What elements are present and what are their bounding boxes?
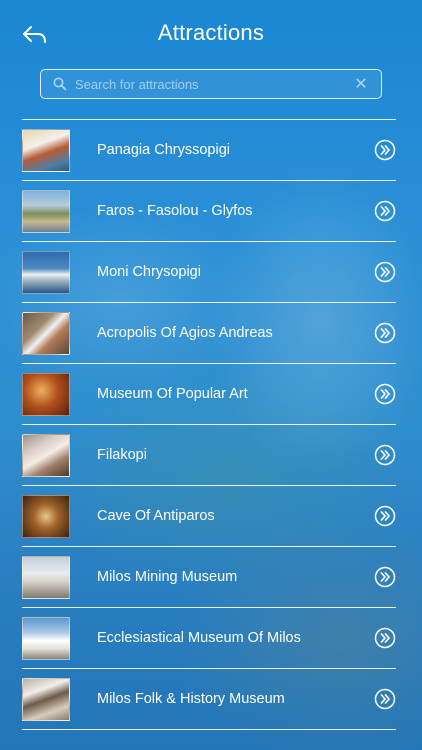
attractions-list: Panagia Chryssopigi Faros - Fasolou - Gl…	[22, 119, 396, 730]
list-item[interactable]: Milos Folk & History Museum	[22, 669, 396, 730]
attraction-name: Museum Of Popular Art	[97, 386, 248, 402]
list-item[interactable]: Moni Chrysopigi	[22, 242, 396, 303]
page-title: Attractions	[157, 20, 265, 45]
list-item[interactable]: Milos Mining Museum	[22, 547, 396, 608]
double-chevron-right-icon[interactable]	[374, 139, 396, 161]
attraction-thumbnail	[22, 189, 70, 233]
attraction-thumbnail	[22, 433, 70, 477]
attraction-name: Ecclesiastical Museum Of Milos	[97, 630, 301, 646]
list-item[interactable]: Panagia Chryssopigi	[22, 120, 396, 181]
double-chevron-right-icon[interactable]	[374, 383, 396, 405]
double-chevron-right-icon[interactable]	[374, 200, 396, 222]
attraction-name: Milos Mining Museum	[97, 569, 238, 585]
attraction-name: Milos Folk & History Museum	[97, 691, 285, 707]
nav-bar: Attractions	[0, 0, 422, 66]
attraction-thumbnail	[22, 372, 70, 416]
attraction-name: Acropolis Of Agios Andreas	[97, 325, 273, 341]
clear-search-button[interactable]: ✕	[349, 72, 373, 96]
search-icon	[49, 73, 71, 95]
attraction-name: Faros - Fasolou - Glyfos	[97, 203, 253, 219]
list-item[interactable]: Ecclesiastical Museum Of Milos	[22, 608, 396, 669]
attraction-thumbnail	[22, 311, 70, 355]
attraction-thumbnail	[22, 128, 70, 172]
double-chevron-right-icon[interactable]	[374, 322, 396, 344]
double-chevron-right-icon[interactable]	[374, 444, 396, 466]
search-input[interactable]	[71, 70, 349, 98]
list-item[interactable]: Cave Of Antiparos	[22, 486, 396, 547]
list-item[interactable]: Faros - Fasolou - Glyfos	[22, 181, 396, 242]
attraction-name: Filakopi	[97, 447, 147, 463]
attraction-name: Cave Of Antiparos	[97, 508, 215, 524]
attraction-thumbnail	[22, 677, 70, 721]
list-item[interactable]: Museum Of Popular Art	[22, 364, 396, 425]
double-chevron-right-icon[interactable]	[374, 261, 396, 283]
double-chevron-right-icon[interactable]	[374, 688, 396, 710]
list-item[interactable]: Acropolis Of Agios Andreas	[22, 303, 396, 364]
attraction-name: Panagia Chryssopigi	[97, 142, 230, 158]
double-chevron-right-icon[interactable]	[374, 627, 396, 649]
double-chevron-right-icon[interactable]	[374, 566, 396, 588]
attraction-name: Moni Chrysopigi	[97, 264, 201, 280]
double-chevron-right-icon[interactable]	[374, 505, 396, 527]
list-item[interactable]: Filakopi	[22, 425, 396, 486]
attraction-thumbnail	[22, 494, 70, 538]
search-bar: ✕	[40, 69, 382, 99]
attraction-thumbnail	[22, 250, 70, 294]
attraction-thumbnail	[22, 616, 70, 660]
clear-icon: ✕	[354, 76, 368, 93]
attraction-thumbnail	[22, 555, 70, 599]
